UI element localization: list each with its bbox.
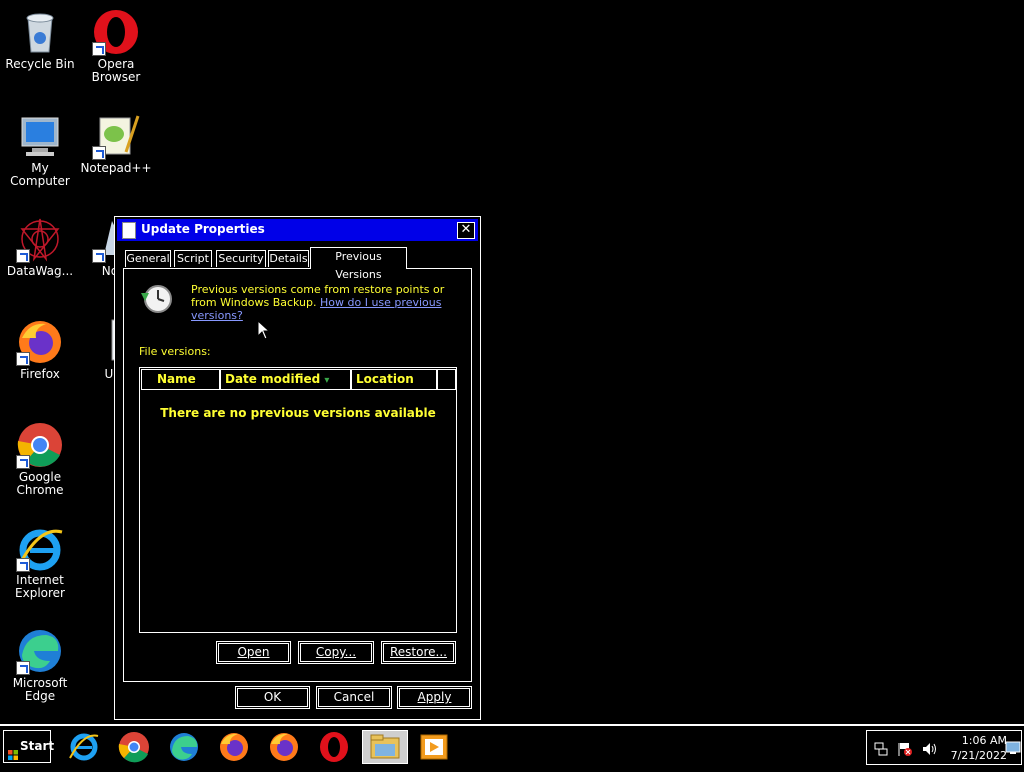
desktop-icon-firefox[interactable]: Firefox bbox=[0, 318, 80, 381]
tab-script[interactable]: Script bbox=[174, 250, 212, 267]
desktop-icon-label: Notepad++ bbox=[80, 161, 152, 175]
cancel-button[interactable]: Cancel bbox=[316, 686, 392, 709]
firefox-icon bbox=[16, 318, 64, 366]
column-header-label: Date modified bbox=[225, 372, 321, 386]
desktop-icon-label: Microsoft Edge bbox=[12, 676, 68, 703]
recycle-bin-icon bbox=[16, 8, 64, 56]
info-text: Previous versions come from restore poin… bbox=[191, 283, 451, 322]
desktop-icon-opera[interactable]: Opera Browser bbox=[76, 8, 156, 84]
empty-message: There are no previous versions available bbox=[160, 406, 436, 420]
file-versions-list[interactable]: Name Date modified ▾ Location There are … bbox=[139, 367, 457, 633]
desktop-icon-microsoft-edge[interactable]: Microsoft Edge bbox=[0, 627, 80, 703]
start-label: Start bbox=[20, 739, 55, 753]
internet-explorer-icon bbox=[16, 524, 64, 572]
desktop-icon-notepad-plus-plus[interactable]: Notepad++ bbox=[76, 112, 156, 175]
dialog-title: Update Properties bbox=[141, 222, 265, 236]
shortcut-arrow-icon bbox=[16, 249, 30, 263]
shortcut-arrow-icon bbox=[92, 42, 106, 56]
close-icon: ✕ bbox=[460, 222, 472, 237]
desktop-icon-label: Google Chrome bbox=[16, 470, 64, 497]
shortcut-arrow-icon bbox=[16, 661, 30, 675]
internet-explorer-icon bbox=[69, 733, 99, 761]
notepad-plus-plus-icon bbox=[92, 112, 140, 160]
restore-clock-icon bbox=[139, 283, 173, 315]
desktop-icon-label: DataWag... bbox=[6, 264, 74, 278]
file-versions-label: File versions: bbox=[139, 345, 211, 358]
taskbar: Start 1:06 AM 7/21/2022 bbox=[0, 724, 1024, 768]
computer-icon bbox=[16, 112, 64, 160]
file-icon bbox=[122, 222, 136, 239]
desktop-icon-label: Recycle Bin bbox=[5, 57, 75, 71]
opera-icon bbox=[320, 732, 348, 762]
copy-button[interactable]: Copy... bbox=[298, 641, 374, 664]
dialog-titlebar[interactable]: Update Properties ✕ bbox=[117, 219, 478, 241]
column-header-filler bbox=[437, 369, 456, 390]
windows-logo-icon bbox=[8, 741, 18, 760]
clock[interactable]: 1:06 AM 7/21/2022 bbox=[931, 733, 1007, 763]
column-header-date-modified[interactable]: Date modified ▾ bbox=[220, 369, 351, 390]
datawag-icon bbox=[16, 215, 64, 263]
shortcut-arrow-icon bbox=[16, 558, 30, 572]
desktop-icon-label: Firefox bbox=[20, 367, 60, 381]
network-icon[interactable] bbox=[873, 741, 889, 761]
taskbar-edge[interactable] bbox=[164, 730, 204, 764]
start-button[interactable]: Start bbox=[3, 730, 55, 763]
desktop-icon-recycle-bin[interactable]: Recycle Bin bbox=[0, 8, 80, 71]
chrome-icon bbox=[118, 732, 149, 763]
firefox-icon bbox=[270, 733, 298, 761]
tab-previous-versions[interactable]: Previous Versions bbox=[310, 247, 407, 281]
tab-security[interactable]: Security bbox=[216, 250, 266, 267]
edge-icon bbox=[170, 733, 198, 761]
desktop-icon-my-computer[interactable]: My Computer bbox=[0, 112, 80, 188]
ok-button[interactable]: OK bbox=[235, 686, 310, 709]
action-center-flag-icon[interactable] bbox=[897, 741, 913, 761]
tab-general[interactable]: General bbox=[125, 250, 171, 267]
mouse-cursor-icon bbox=[257, 319, 271, 344]
system-tray: 1:06 AM 7/21/2022 bbox=[866, 730, 1022, 765]
desktop-icon-label: Internet Explorer bbox=[15, 573, 65, 600]
properties-dialog: Update Properties ✕ General Script Secur… bbox=[114, 216, 481, 720]
clock-time: 1:06 AM bbox=[961, 734, 1007, 747]
taskbar-chrome[interactable] bbox=[114, 730, 154, 764]
desktop-icon-label: Opera Browser bbox=[91, 57, 141, 84]
taskbar-firefox[interactable] bbox=[214, 730, 254, 764]
desktop-icon-datawag[interactable]: DataWag... bbox=[0, 215, 80, 278]
taskbar-firefox-2[interactable] bbox=[264, 730, 304, 764]
sort-arrow-icon: ▾ bbox=[324, 375, 330, 386]
desktop-icon-label: My Computer bbox=[10, 161, 70, 188]
close-button[interactable]: ✕ bbox=[457, 222, 475, 239]
opera-icon bbox=[92, 8, 140, 56]
show-desktop-icon[interactable] bbox=[1005, 740, 1021, 759]
taskbar-opera[interactable] bbox=[314, 730, 354, 764]
taskbar-file-explorer[interactable] bbox=[362, 730, 408, 764]
shortcut-arrow-icon bbox=[16, 352, 30, 366]
shortcut-arrow-icon bbox=[16, 455, 30, 469]
taskbar-media-player[interactable] bbox=[414, 730, 454, 764]
taskbar-internet-explorer[interactable] bbox=[64, 730, 104, 764]
tab-details[interactable]: Details bbox=[268, 250, 309, 267]
restore-button[interactable]: Restore... bbox=[381, 641, 456, 664]
shortcut-arrow-icon bbox=[92, 146, 106, 160]
edge-icon bbox=[16, 627, 64, 675]
clock-date: 7/21/2022 bbox=[950, 749, 1007, 762]
column-header-location[interactable]: Location bbox=[351, 369, 437, 390]
column-header-name[interactable]: Name bbox=[141, 369, 220, 390]
media-player-icon bbox=[420, 734, 448, 760]
apply-button[interactable]: Apply bbox=[397, 686, 472, 709]
desktop-icon-google-chrome[interactable]: Google Chrome bbox=[0, 421, 80, 497]
open-button[interactable]: Open bbox=[216, 641, 291, 664]
firefox-icon bbox=[220, 733, 248, 761]
shortcut-arrow-icon bbox=[92, 249, 106, 263]
chrome-icon bbox=[16, 421, 64, 469]
desktop-icon-internet-explorer[interactable]: Internet Explorer bbox=[0, 524, 80, 600]
file-explorer-icon bbox=[370, 734, 400, 759]
